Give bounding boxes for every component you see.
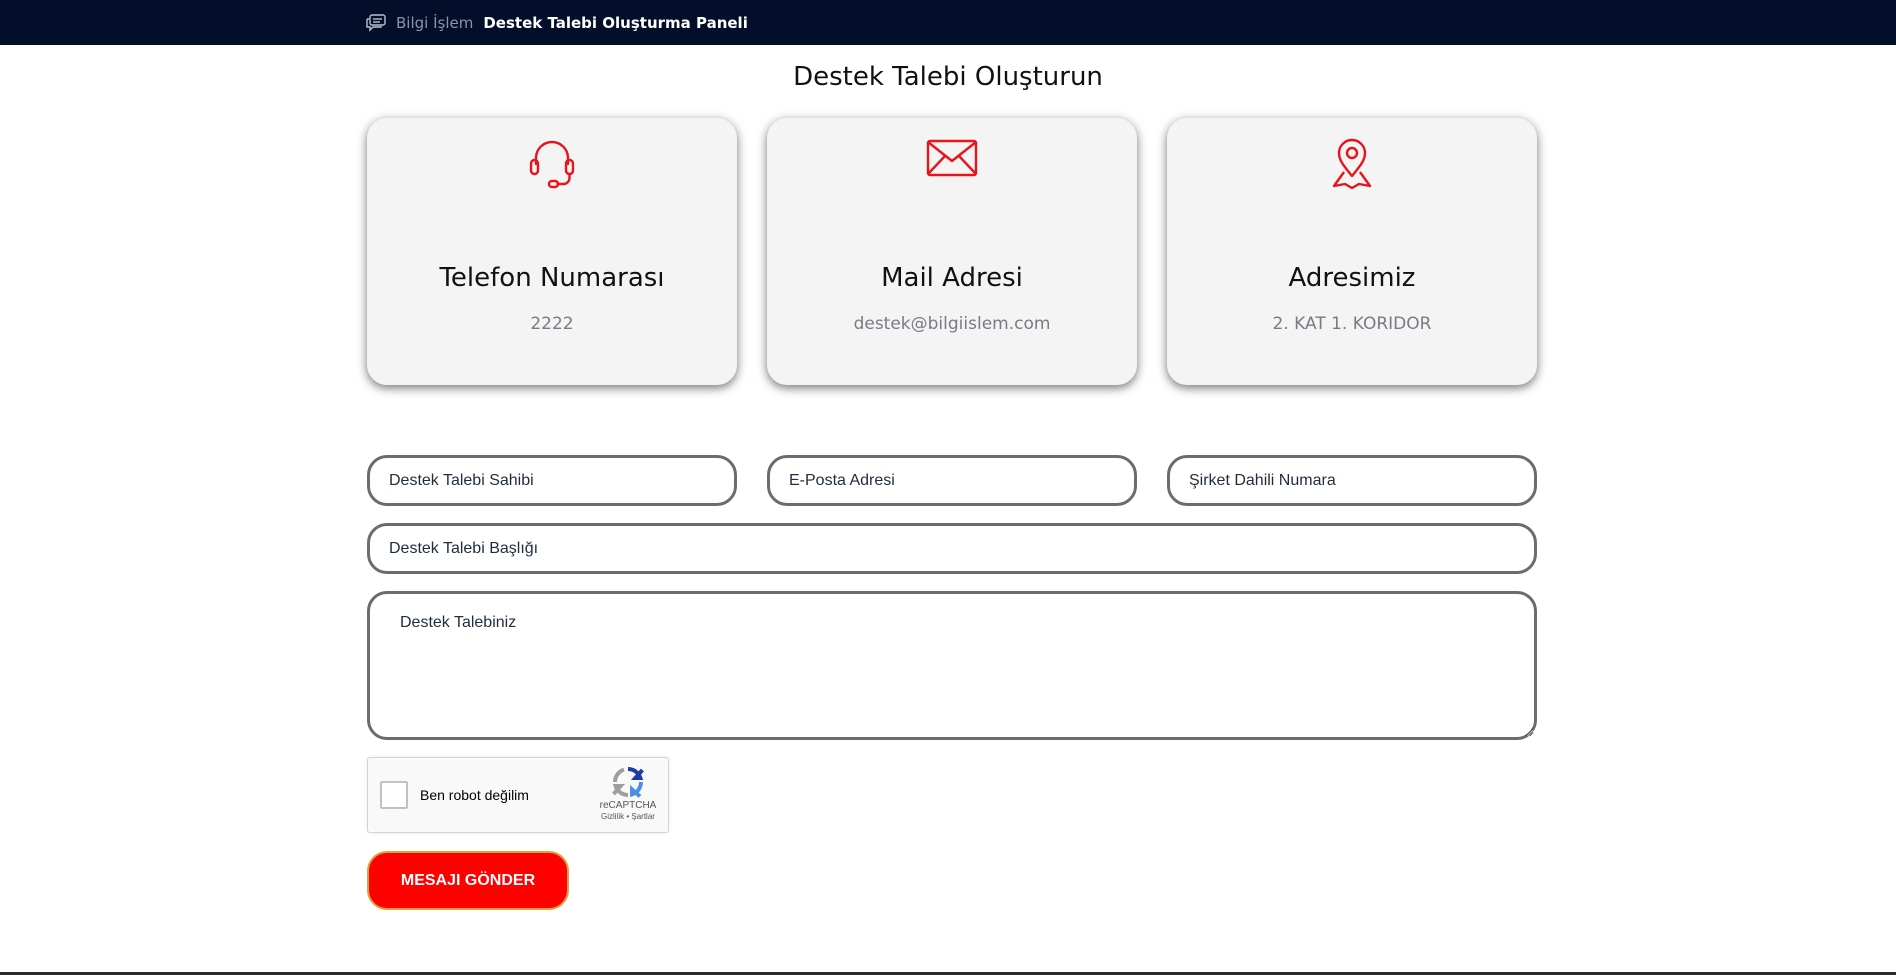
email-input[interactable] [767,455,1137,506]
internal-phone-input[interactable] [1167,455,1537,506]
headset-icon [529,140,575,189]
brand[interactable]: Bilgi İşlem Destek Talebi Oluşturma Pane… [366,0,748,45]
brand-title: Destek Talebi Oluşturma Paneli [483,13,748,32]
card-title: Adresimiz [1288,263,1416,293]
recaptcha-icon [612,766,644,798]
phone-card: Telefon Numarası 2222 [367,118,737,385]
recaptcha-widget: Ben robot değilim reCAPTCHA Gizlilik • Ş… [367,757,669,833]
card-title: Mail Adresi [881,263,1023,293]
recaptcha-links[interactable]: Gizlilik • Şartlar [598,812,658,821]
mail-address: destek@bilgiislem.com [853,314,1051,334]
address-text: 2. KAT 1. KORIDOR [1272,314,1432,334]
phone-number: 2222 [530,314,574,334]
recaptcha-logo: reCAPTCHA Gizlilik • Şartlar [598,766,658,821]
chat-bubbles-icon [366,13,386,32]
page-title: Destek Talebi Oluşturun [793,62,1103,92]
recaptcha-checkbox[interactable] [380,781,408,809]
address-card: Adresimiz 2. KAT 1. KORIDOR [1167,118,1537,385]
recaptcha-label: Ben robot değilim [420,787,529,803]
top-navbar: Bilgi İşlem Destek Talebi Oluşturma Pane… [0,0,1896,45]
envelope-icon [926,139,978,177]
message-textarea[interactable] [367,591,1537,740]
brand-muted-text: Bilgi İşlem [396,13,474,32]
mail-card: Mail Adresi destek@bilgiislem.com [767,118,1137,385]
subject-input[interactable] [367,523,1537,574]
recaptcha-brand: reCAPTCHA [599,800,657,811]
map-pin-icon [1332,138,1372,190]
requester-name-input[interactable] [367,455,737,506]
card-title: Telefon Numarası [439,263,665,293]
send-message-button[interactable]: MESAJI GÖNDER [367,851,569,910]
